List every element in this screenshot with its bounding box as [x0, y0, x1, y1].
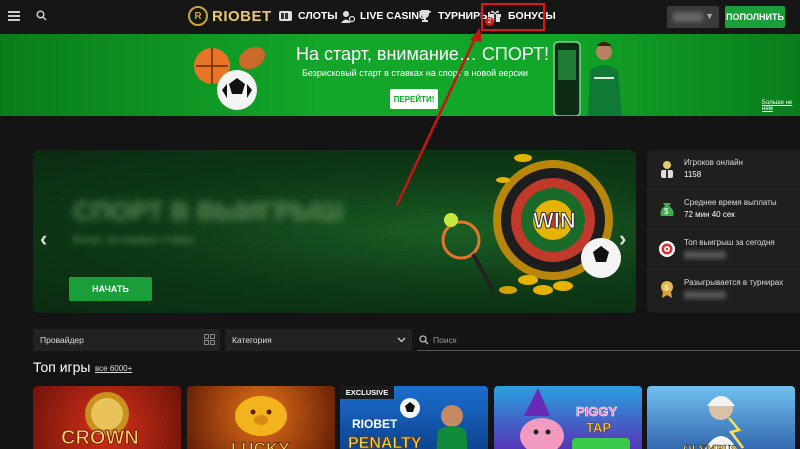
stat-label: Топ выигрыш за сегодня	[684, 238, 775, 247]
all-games-link[interactable]: все 6000+	[95, 364, 132, 373]
slots-icon	[277, 8, 293, 24]
top-games-title: Топ игры	[33, 359, 91, 375]
hero-start-button[interactable]: НАЧАТЬ	[69, 277, 152, 301]
stat-label: Игроков онлайн	[684, 158, 743, 167]
slider-next-arrow-icon[interactable]: ›	[619, 226, 626, 252]
dart-board-illustration: WIN	[441, 154, 621, 295]
svg-text:OLYMPUS: OLYMPUS	[683, 443, 737, 449]
nav-live-casino[interactable]: LIVE CASINO	[339, 8, 427, 24]
stat-label: Среднее время выплаты	[684, 198, 777, 207]
sport-balls-icon	[194, 46, 266, 110]
hero-subtitle: Бонус за первую ставку	[73, 234, 194, 246]
bonus-count-badge: 2	[485, 17, 494, 26]
hero-slider[interactable]: СПОРТ В ВЫИГРЫШ Бонус за первую ставку Н…	[33, 150, 636, 313]
hamburger-menu-icon[interactable]	[8, 11, 20, 21]
category-filter-label: Категория	[232, 335, 272, 345]
money-bag-icon: $	[660, 203, 674, 216]
stat-value: 72 мин 40 сек	[684, 210, 735, 219]
brand-logo[interactable]: R RIOBET	[188, 6, 272, 26]
svg-text:RIOBET: RIOBET	[352, 417, 398, 431]
search-placeholder: Поиск	[433, 335, 457, 345]
promo-subtitle: Безрисковый старт в ставках на спорт в н…	[302, 68, 528, 78]
slider-prev-arrow-icon[interactable]: ‹	[40, 226, 47, 252]
player-icon	[661, 161, 673, 178]
win-label: WIN	[533, 208, 576, 233]
stat-value-blurred	[684, 291, 726, 299]
lucky-pig-artwork: LUCKY	[231, 396, 291, 449]
stat-value-blurred	[684, 251, 726, 259]
trophy-icon	[417, 8, 433, 24]
promo-title: На старт, внимание… СПОРТ!	[296, 44, 550, 64]
svg-text:PIGGY: PIGGY	[576, 404, 618, 419]
promo-more-link[interactable]: Больше не нем	[762, 100, 800, 112]
stat-top-win-today: Топ выигрыш за сегодня	[647, 230, 800, 270]
promo-go-button[interactable]: ПЕРЕЙТИ!	[390, 89, 438, 109]
live-dealer-icon	[339, 8, 355, 24]
stat-avg-payout-time: $ Среднее время выплаты 72 мин 40 сек	[647, 190, 800, 230]
search-icon	[419, 335, 429, 345]
target-icon	[659, 241, 675, 257]
account-blurred-value	[673, 12, 703, 22]
game-tile-piggy-tap[interactable]: PIGGY TAP	[494, 386, 642, 449]
stats-panel: Игроков онлайн 1158 $ Среднее время выпл…	[647, 150, 800, 313]
nav-slots[interactable]: СЛОТЫ	[277, 8, 338, 24]
grid-icon	[204, 334, 215, 345]
crown-coins-artwork: CROWN COINS	[61, 392, 139, 449]
provider-filter[interactable]: Провайдер	[33, 329, 220, 351]
page: R RIOBET СЛОТЫ LIVE CASINO ТУРНИРЫ БОНУС…	[0, 0, 800, 449]
piggy-tap-artwork: PIGGY TAP	[520, 388, 630, 449]
account-select[interactable]: ▼	[667, 6, 719, 28]
svg-text:$: $	[665, 285, 669, 292]
promo-banner[interactable]: На старт, внимание… СПОРТ! Безрисковый с…	[0, 34, 800, 116]
svg-text:TAP: TAP	[586, 420, 611, 435]
game-tile-crown-coins[interactable]: CROWN COINS	[33, 386, 181, 449]
nav-tournaments[interactable]: ТУРНИРЫ	[417, 8, 490, 24]
game-search-input[interactable]: Поиск	[417, 329, 800, 351]
top-header: R RIOBET СЛОТЫ LIVE CASINO ТУРНИРЫ БОНУС…	[0, 0, 800, 34]
phone-player-illustration	[553, 41, 622, 116]
stat-value: 1158	[684, 170, 702, 179]
brand-name: RIOBET	[212, 7, 272, 25]
game-tile-gates-of-olympus[interactable]: OLYMPUS	[647, 386, 795, 449]
stat-players-online: Игроков онлайн 1158	[647, 150, 800, 190]
svg-text:PENALTY: PENALTY	[348, 435, 422, 449]
hero-title: СПОРТ В ВЫИГРЫШ	[73, 196, 344, 226]
svg-text:$: $	[664, 207, 669, 216]
search-icon[interactable]	[36, 10, 47, 21]
nav-slots-label: СЛОТЫ	[298, 10, 338, 22]
stat-label: Разыгрывается в турнирах	[684, 278, 784, 287]
exclusive-badge: EXCLUSIVE	[340, 386, 394, 399]
chevron-down-icon	[397, 337, 406, 343]
svg-text:CROWN: CROWN	[61, 427, 139, 449]
logo-mark-icon: R	[188, 6, 208, 26]
category-filter[interactable]: Категория	[225, 329, 412, 351]
svg-text:LUCKY: LUCKY	[231, 439, 290, 449]
gates-of-olympus-artwork: OLYMPUS	[683, 396, 744, 449]
provider-filter-label: Провайдер	[40, 335, 84, 345]
medal-icon: $	[661, 281, 673, 298]
game-tile-lucky[interactable]: LUCKY	[187, 386, 335, 449]
topup-button[interactable]: ПОПОЛНИТЬ	[725, 6, 785, 28]
stat-tournament-pool: $ Разыгрывается в турнирах	[647, 270, 800, 310]
chevron-down-icon: ▼	[705, 11, 714, 21]
